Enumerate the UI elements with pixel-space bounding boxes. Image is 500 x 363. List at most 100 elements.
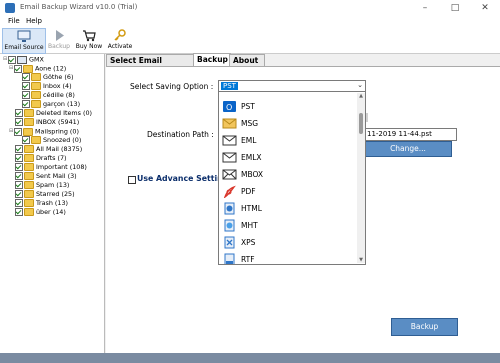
folder-tree: ⊟ GMX ⊟ Aone (12) Göthe (6) Inbox (4) cédi…: [0, 54, 105, 353]
activate-label: Activate: [107, 43, 133, 50]
checkbox[interactable]: [15, 190, 23, 198]
option-label: RTF: [241, 255, 255, 264]
checkbox[interactable]: [22, 91, 30, 99]
rtf-icon: [224, 253, 235, 264]
option-label: MBOX: [241, 170, 264, 179]
monitor-icon: [17, 30, 31, 42]
buy-now-label: Buy Now: [75, 43, 103, 50]
checkbox[interactable]: [15, 118, 23, 126]
folder-icon: [24, 163, 34, 171]
checkbox[interactable]: [15, 172, 23, 180]
menu-file[interactable]: File: [5, 16, 23, 27]
email-source-label: Email Source: [4, 44, 44, 51]
tree-item-label: All Mail (8375): [36, 145, 83, 153]
close-icon[interactable]: ✕: [470, 0, 500, 16]
checkbox[interactable]: [8, 55, 16, 64]
backup-start-button[interactable]: Backup: [391, 318, 458, 336]
tree-item-sent[interactable]: Sent Mail (3): [15, 172, 77, 181]
checkbox[interactable]: [14, 127, 22, 136]
tree-item-label: Trash (13): [36, 199, 69, 207]
tree-item-gothe[interactable]: Göthe (6): [22, 73, 73, 82]
folder-icon: [24, 172, 34, 180]
dropdown-scrollbar[interactable]: ▲ ▼: [357, 93, 365, 263]
cart-icon: [83, 30, 96, 42]
tree-item-aone[interactable]: ⊟ Aone (12): [9, 64, 66, 73]
destination-path-value: 11-2019 11-44.pst: [367, 130, 432, 138]
option-label: EMLX: [241, 153, 262, 162]
option-rtf[interactable]: RTF: [219, 250, 359, 264]
checkbox[interactable]: [15, 199, 23, 207]
envelope-icon: [222, 118, 237, 129]
activate-button[interactable]: Activate: [106, 28, 134, 52]
tree-item-snoozed[interactable]: Snoozed (0): [22, 136, 81, 145]
folder-icon: [31, 136, 41, 144]
tree-item-label: Starred (25): [36, 190, 75, 198]
play-icon: [56, 30, 64, 41]
backup-button[interactable]: Backup: [46, 28, 72, 52]
tree-item-deleted[interactable]: Deleted Items (0): [15, 109, 92, 118]
menu-help[interactable]: Help: [23, 16, 45, 27]
tree-item-label: Sent Mail (3): [36, 172, 77, 180]
folder-icon: [31, 82, 41, 90]
tree-item-mailspring[interactable]: ⊟ Mailspring (0): [9, 127, 79, 136]
tree-item-inbox[interactable]: Inbox (4): [22, 82, 72, 91]
option-label: MHT: [241, 221, 258, 230]
tree-item-spam[interactable]: Spam (13): [15, 181, 69, 190]
folder-icon: [24, 154, 34, 162]
checkbox[interactable]: [22, 100, 30, 108]
checkbox[interactable]: [15, 163, 23, 171]
tree-item-inbox-main[interactable]: INBOX (5941): [15, 118, 79, 127]
checkbox[interactable]: [15, 208, 23, 216]
tree-item-garcon[interactable]: garçon (13): [22, 100, 80, 109]
email-source-button[interactable]: Email Source: [2, 28, 46, 54]
html-icon: [224, 202, 235, 215]
mail-icon: [222, 152, 237, 163]
advance-settings-checkbox[interactable]: [128, 176, 136, 184]
outlook-icon: O: [223, 101, 236, 112]
checkbox[interactable]: [15, 154, 23, 162]
checkbox[interactable]: [22, 82, 30, 90]
folder-icon: [31, 73, 41, 81]
folder-icon: [24, 109, 34, 117]
checkbox[interactable]: [15, 109, 23, 117]
folder-icon: [24, 208, 34, 216]
checkbox[interactable]: [15, 145, 23, 153]
mail-icon: [222, 135, 237, 146]
key-icon: [114, 29, 126, 41]
tree-item-allmail[interactable]: All Mail (8375): [15, 145, 82, 154]
folder-icon: [24, 190, 34, 198]
minimize-icon[interactable]: –: [410, 0, 440, 16]
tree-item-cedille[interactable]: cédille (8): [22, 91, 75, 100]
tree-item-trash[interactable]: Trash (13): [15, 199, 68, 208]
tree-item-label: Drafts (7): [36, 154, 67, 162]
scroll-down-icon[interactable]: ▼: [357, 257, 365, 263]
tree-item-uber[interactable]: über (14): [15, 208, 66, 217]
scroll-up-icon[interactable]: ▲: [357, 93, 365, 99]
tab-backup[interactable]: Backup: [193, 53, 231, 67]
folder-icon: [23, 127, 33, 136]
folder-icon: [24, 199, 34, 207]
tree-item-label: Spam (13): [36, 181, 70, 189]
change-button[interactable]: Change...: [364, 141, 452, 157]
tree-item-label: Inbox (4): [43, 82, 72, 90]
tree-item-starred[interactable]: Starred (25): [15, 190, 75, 199]
option-label: EML: [241, 136, 257, 145]
checkbox[interactable]: [15, 181, 23, 189]
destination-path-input[interactable]: 11-2019 11-44.pst: [364, 128, 457, 141]
checkbox[interactable]: [22, 73, 30, 81]
tree-item-important[interactable]: Important (108): [15, 163, 87, 172]
tree-root[interactable]: ⊟ GMX: [3, 55, 44, 64]
checkbox[interactable]: [22, 136, 30, 144]
checkbox[interactable]: [14, 64, 22, 73]
svg-text:O: O: [226, 103, 232, 112]
maximize-icon[interactable]: □: [440, 0, 470, 16]
folder-icon: [31, 91, 41, 99]
saving-option-value: PST: [221, 82, 238, 90]
folder-icon: [24, 181, 34, 189]
tree-item-label: Göthe (6): [43, 73, 74, 81]
tree-item-label: Snoozed (0): [43, 136, 82, 144]
scroll-thumb[interactable]: [359, 113, 363, 134]
buy-now-button[interactable]: Buy Now: [74, 28, 104, 52]
saving-option-dropdown: O PST MSG EML EMLX MBOX PDF HTML MHT XPS…: [218, 91, 366, 265]
tree-item-drafts[interactable]: Drafts (7): [15, 154, 67, 163]
